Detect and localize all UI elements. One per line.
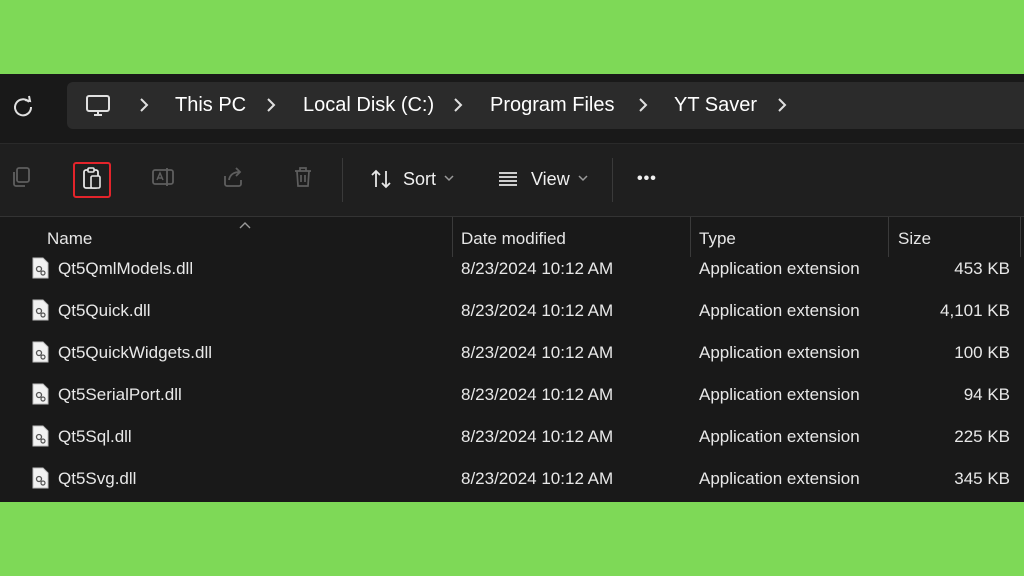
view-list-icon bbox=[491, 162, 525, 196]
column-divider[interactable] bbox=[1020, 217, 1021, 257]
file-row[interactable]: Qt5Svg.dll 8/23/2024 10:12 AM Applicatio… bbox=[0, 463, 1024, 505]
toolbar-divider bbox=[612, 158, 613, 202]
rename-button[interactable] bbox=[146, 162, 180, 196]
chevron-down-icon bbox=[577, 171, 589, 183]
file-date: 8/23/2024 10:12 AM bbox=[461, 385, 614, 404]
paste-button[interactable] bbox=[73, 162, 111, 198]
sort-label: Sort bbox=[403, 169, 437, 189]
chevron-right-icon[interactable] bbox=[449, 96, 467, 114]
dll-file-icon bbox=[31, 383, 49, 405]
address-row: This PC Local Disk (C:) Program Files YT… bbox=[0, 74, 1024, 143]
rename-icon bbox=[150, 164, 176, 195]
column-header-date[interactable]: Date modified bbox=[461, 229, 566, 249]
file-type: Application extension bbox=[699, 385, 860, 404]
share-icon bbox=[220, 164, 246, 195]
file-name: Qt5Svg.dll bbox=[58, 469, 137, 488]
delete-button[interactable] bbox=[286, 162, 320, 196]
breadcrumb-program-files[interactable]: Program Files bbox=[490, 82, 614, 129]
more-options-button[interactable]: ••• bbox=[637, 168, 657, 190]
file-row[interactable]: Qt5Sql.dll 8/23/2024 10:12 AM Applicatio… bbox=[0, 421, 1024, 463]
column-header-row: Name Date modified Type Size bbox=[0, 217, 1024, 257]
file-type: Application extension bbox=[699, 469, 860, 488]
file-size: 453 KB bbox=[954, 259, 1010, 278]
dll-file-icon bbox=[31, 425, 49, 447]
sort-icon bbox=[364, 162, 398, 196]
column-divider[interactable] bbox=[888, 217, 889, 257]
dll-file-icon bbox=[31, 299, 49, 321]
dll-file-icon bbox=[31, 341, 49, 363]
file-date: 8/23/2024 10:12 AM bbox=[461, 427, 614, 446]
breadcrumb-this-pc[interactable]: This PC bbox=[175, 82, 246, 129]
file-type: Application extension bbox=[699, 427, 860, 446]
this-pc-icon[interactable] bbox=[85, 94, 111, 118]
column-divider[interactable] bbox=[452, 217, 453, 257]
file-date: 8/23/2024 10:12 AM bbox=[461, 301, 614, 320]
dll-file-icon bbox=[31, 257, 49, 279]
refresh-icon[interactable] bbox=[10, 94, 36, 120]
trash-icon bbox=[290, 164, 316, 195]
file-row[interactable]: Qt5Quick.dll 8/23/2024 10:12 AM Applicat… bbox=[0, 295, 1024, 337]
copy-button[interactable] bbox=[4, 162, 38, 196]
copy-icon bbox=[8, 164, 34, 195]
chevron-down-icon bbox=[443, 171, 455, 183]
file-size: 4,101 KB bbox=[940, 301, 1010, 320]
chevron-right-icon[interactable] bbox=[262, 96, 280, 114]
toolbar-divider bbox=[342, 158, 343, 202]
file-size: 100 KB bbox=[954, 343, 1010, 362]
share-button[interactable] bbox=[216, 162, 250, 196]
command-bar: Sort View ••• bbox=[0, 144, 1024, 216]
file-type: Application extension bbox=[699, 259, 860, 278]
paste-icon bbox=[79, 165, 105, 196]
file-row[interactable]: Qt5QuickWidgets.dll 8/23/2024 10:12 AM A… bbox=[0, 337, 1024, 379]
file-date: 8/23/2024 10:12 AM bbox=[461, 259, 614, 278]
file-size: 345 KB bbox=[954, 469, 1010, 488]
column-divider[interactable] bbox=[690, 217, 691, 257]
column-header-type[interactable]: Type bbox=[699, 229, 736, 249]
column-header-size[interactable]: Size bbox=[898, 229, 931, 249]
file-size: 225 KB bbox=[954, 427, 1010, 446]
file-type: Application extension bbox=[699, 301, 860, 320]
file-name: Qt5QuickWidgets.dll bbox=[58, 343, 212, 362]
breadcrumb-yt-saver[interactable]: YT Saver bbox=[674, 82, 757, 129]
chevron-right-icon[interactable] bbox=[135, 96, 153, 114]
file-explorer-window: This PC Local Disk (C:) Program Files YT… bbox=[0, 74, 1024, 502]
file-date: 8/23/2024 10:12 AM bbox=[461, 343, 614, 362]
column-header-name[interactable]: Name bbox=[47, 229, 92, 249]
file-name: Qt5Sql.dll bbox=[58, 427, 132, 446]
chevron-right-icon[interactable] bbox=[634, 96, 652, 114]
chevron-right-icon[interactable] bbox=[773, 96, 791, 114]
file-type: Application extension bbox=[699, 343, 860, 362]
file-row[interactable]: Qt5SerialPort.dll 8/23/2024 10:12 AM App… bbox=[0, 379, 1024, 421]
file-size: 94 KB bbox=[963, 385, 1010, 404]
file-date: 8/23/2024 10:12 AM bbox=[461, 469, 614, 488]
file-name: Qt5SerialPort.dll bbox=[58, 385, 182, 404]
address-bar[interactable]: This PC Local Disk (C:) Program Files YT… bbox=[67, 82, 1024, 129]
view-label: View bbox=[531, 169, 570, 189]
file-name: Qt5Quick.dll bbox=[58, 301, 151, 320]
file-row[interactable]: Qt5QmlModels.dll 8/23/2024 10:12 AM Appl… bbox=[0, 253, 1024, 295]
dll-file-icon bbox=[31, 467, 49, 489]
file-name: Qt5QmlModels.dll bbox=[58, 259, 194, 278]
breadcrumb-local-disk[interactable]: Local Disk (C:) bbox=[303, 82, 434, 129]
